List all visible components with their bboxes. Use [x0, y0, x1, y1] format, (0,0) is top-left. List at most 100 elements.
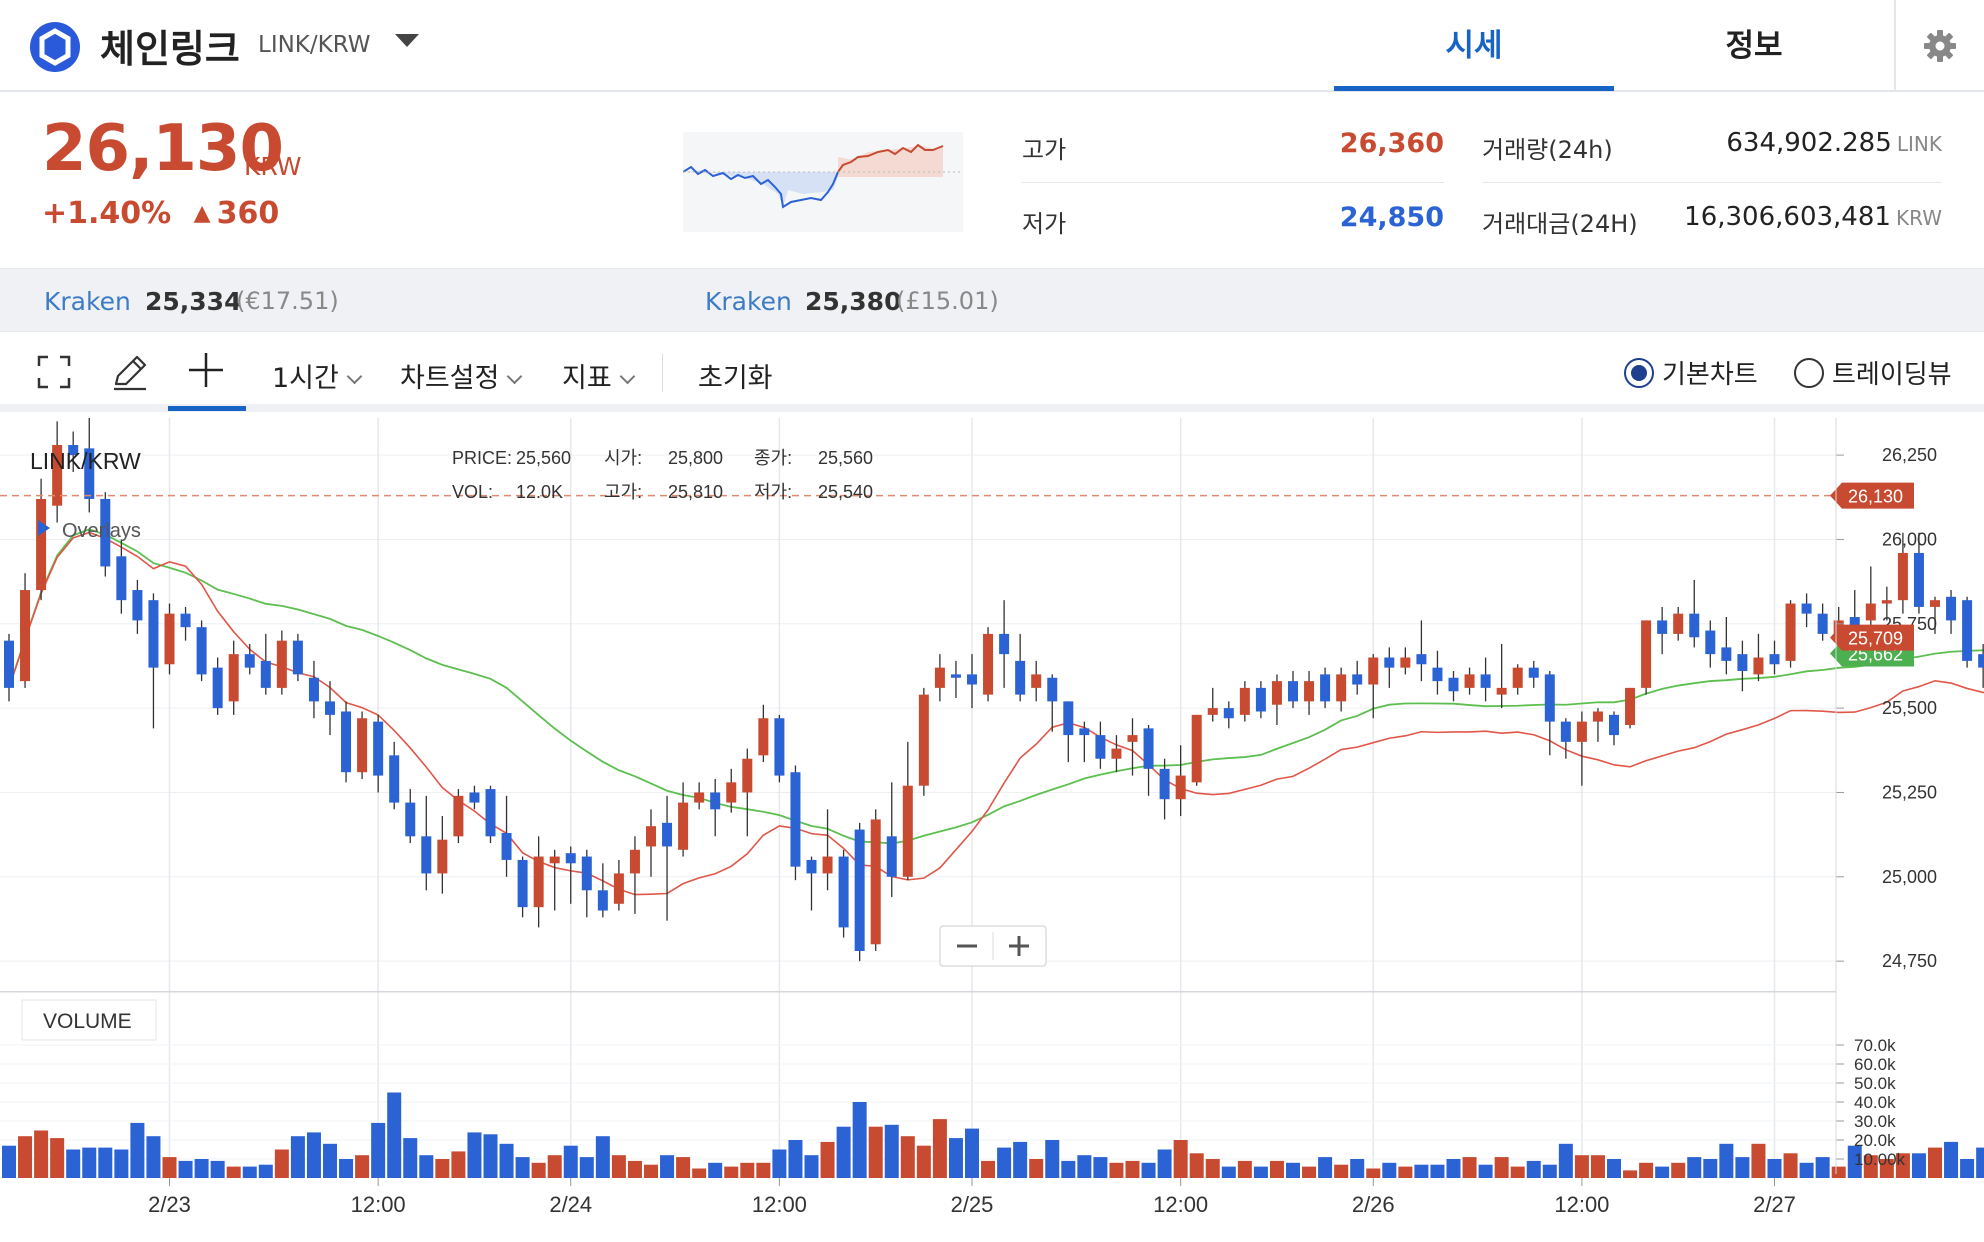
candle-body — [1304, 681, 1315, 702]
candle-body — [453, 795, 464, 837]
volume-bar — [66, 1149, 81, 1178]
legend-low-value: 25,540 — [818, 482, 873, 502]
candle-body — [1817, 613, 1828, 634]
volume-bar — [1430, 1164, 1445, 1178]
candle-body — [1528, 667, 1539, 678]
tab-price[interactable]: 시세 — [1334, 0, 1614, 91]
exchange-fx-price: (€17.51) — [236, 287, 339, 315]
candle-body — [1881, 600, 1892, 604]
volume-bar — [1494, 1157, 1509, 1178]
volume-bar — [965, 1128, 979, 1178]
candle-body — [533, 856, 544, 908]
volume-bar — [242, 1166, 257, 1178]
volume-bar — [1607, 1159, 1621, 1178]
basic-chart-label: 기본차트 — [1662, 360, 1758, 390]
candle-body — [1127, 735, 1138, 742]
candle-body — [1609, 714, 1619, 736]
candlestick-series — [4, 418, 1984, 962]
exchange-name[interactable]: Kraken — [44, 287, 131, 316]
price-chart[interactable]: 26,25026,00025,75025,50025,25025,00024,7… — [0, 418, 1984, 1242]
candle-body — [1384, 657, 1395, 668]
candle-body — [341, 711, 352, 773]
volume-bar — [724, 1166, 739, 1178]
volume-bar — [306, 1132, 321, 1178]
candle-body — [485, 789, 496, 837]
tradingview-radio[interactable]: 트레이딩뷰 — [1794, 354, 1952, 391]
volume-bar — [98, 1147, 113, 1178]
candle-body — [357, 718, 368, 773]
candle-body — [1352, 674, 1363, 685]
crosshair-icon[interactable] — [186, 350, 226, 390]
candle-body — [549, 856, 560, 864]
volume-bar — [1558, 1143, 1573, 1178]
candle-body — [421, 836, 432, 874]
volume-bar — [1029, 1159, 1044, 1178]
volume-tick-label: 20.0k — [1854, 1131, 1896, 1150]
chevron-down-icon — [346, 368, 363, 385]
candle-body — [1625, 687, 1636, 725]
volume-bar — [355, 1155, 370, 1178]
volume-bar — [1414, 1164, 1429, 1178]
candle-body — [1223, 708, 1234, 719]
high-label: 고가 — [1022, 136, 1067, 164]
settings-button[interactable] — [1894, 0, 1984, 92]
candle-body — [405, 802, 416, 837]
candle-body — [1079, 728, 1090, 736]
volume-bar — [515, 1157, 530, 1178]
interval-dropdown[interactable]: 1시간 — [272, 356, 363, 395]
candle-body — [1400, 657, 1411, 668]
volume-bar — [756, 1162, 771, 1178]
volume-bar — [660, 1155, 675, 1178]
amount-unit: KRW — [1896, 206, 1942, 230]
candle-body — [1320, 674, 1331, 702]
time-tick-label: 2/27 — [1753, 1192, 1796, 1217]
indicators-dropdown[interactable]: 지표 — [562, 356, 635, 395]
volume-bar — [611, 1155, 626, 1178]
time-tick-label: 2/24 — [549, 1192, 592, 1217]
change-amount: 360 — [216, 196, 280, 231]
legend-low-label: 저가: — [754, 482, 792, 502]
fullscreen-icon[interactable] — [36, 354, 72, 390]
candle-body — [132, 590, 143, 621]
basic-chart-radio[interactable]: 기본차트 — [1624, 354, 1758, 391]
pencil-icon[interactable] — [110, 352, 150, 392]
overlays-toggle[interactable]: Overlays — [62, 520, 141, 542]
candle-body — [838, 856, 849, 928]
candle-body — [694, 792, 705, 803]
header-bar: 체인링크 LINK/KRW 시세 정보 — [0, 0, 1984, 92]
volume-bar — [1125, 1160, 1140, 1178]
volume-unit: LINK — [1896, 132, 1942, 156]
coin-name: 체인링크 — [100, 27, 240, 71]
volume-bar — [82, 1147, 97, 1178]
candle-body — [1031, 674, 1042, 688]
volume-tick-label: 30.0k — [1854, 1112, 1896, 1131]
reset-button[interactable]: 초기화 — [698, 356, 773, 395]
candle-body — [822, 856, 833, 874]
candle-body — [918, 694, 929, 786]
low-label: 저가 — [1022, 210, 1067, 238]
price-change: +1.40% ▲ 360 — [42, 196, 279, 231]
volume-bar — [916, 1145, 931, 1178]
exchange-name[interactable]: Kraken — [705, 287, 792, 316]
volume-bar — [627, 1160, 642, 1178]
candle-body — [1705, 630, 1716, 655]
tab-info[interactable]: 정보 — [1614, 0, 1894, 92]
candle-body — [1288, 681, 1298, 702]
candle-body — [742, 758, 753, 793]
volume-bar — [1173, 1140, 1188, 1178]
volume-bar — [451, 1151, 466, 1178]
chart-settings-dropdown[interactable]: 차트설정 — [400, 356, 523, 395]
volume-bar — [1157, 1149, 1172, 1178]
volume-bar — [563, 1145, 578, 1178]
candle-body — [1673, 613, 1684, 634]
volume-bar — [483, 1134, 498, 1178]
candle-body — [1047, 677, 1058, 702]
pair-dropdown-icon[interactable] — [394, 32, 420, 50]
chainlink-logo-icon — [30, 22, 80, 72]
candle-body — [1271, 681, 1282, 705]
candle-body — [1496, 687, 1507, 695]
candle-body — [1336, 674, 1347, 702]
volume-bar — [1767, 1159, 1782, 1178]
exchange-price: 25,380 — [805, 287, 902, 316]
volume-series — [2, 1092, 1984, 1178]
